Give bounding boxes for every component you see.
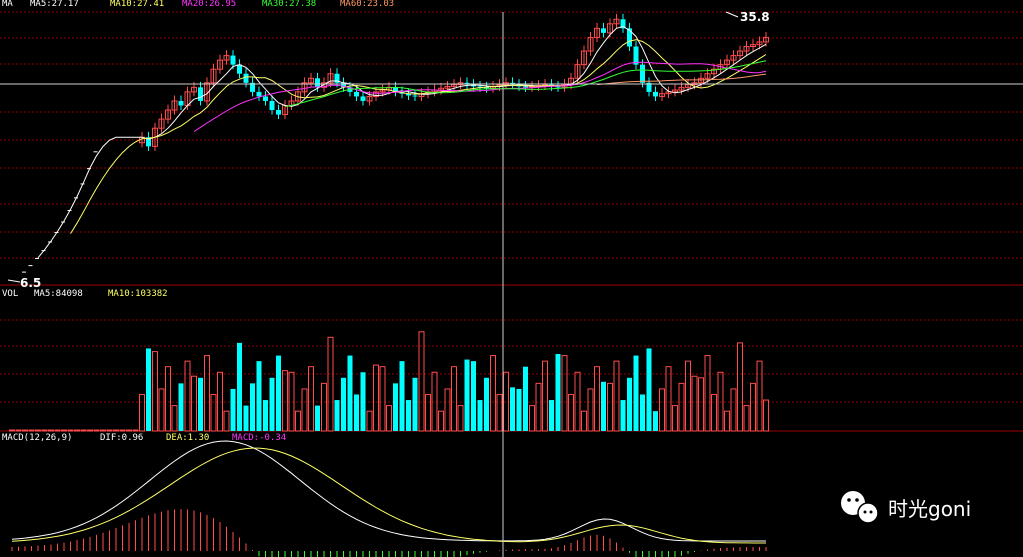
volume-bar-up xyxy=(54,429,61,432)
candle-body-down xyxy=(263,96,268,101)
candle-body-down xyxy=(640,64,645,83)
candle-body-down xyxy=(360,96,366,101)
volume-bar-down xyxy=(243,405,249,431)
watermark-text: 时光goni xyxy=(888,497,971,521)
ma5-label: MA5:27.17 xyxy=(30,0,79,9)
volume-bar-down xyxy=(471,361,476,431)
volume-bar-down xyxy=(315,405,320,431)
candle-body-down xyxy=(256,91,262,97)
volume-bar-up xyxy=(9,429,15,432)
volume-bar-down xyxy=(406,400,411,431)
macd-value-label: MACD:-0.34 xyxy=(232,433,286,443)
volume-bar-down xyxy=(250,383,255,431)
volume-bar-down xyxy=(237,342,242,431)
volume-bar-up xyxy=(80,429,87,432)
volume-bar-down xyxy=(627,377,632,431)
volume-bar-down xyxy=(198,377,203,431)
volume-bar-down xyxy=(412,377,418,431)
volume-bar-down xyxy=(230,388,236,431)
volume-bar-down xyxy=(646,348,652,431)
volume-bar-up xyxy=(100,429,106,432)
volume-bar-down xyxy=(276,355,281,431)
candle-body-down xyxy=(601,28,606,33)
volume-bar-down xyxy=(256,361,262,431)
vol-ma5-label: MA5:84098 xyxy=(34,289,83,299)
volume-bar-down xyxy=(263,400,268,431)
volume-bar-down xyxy=(620,400,626,431)
candle-body-down xyxy=(653,91,658,97)
candle-body-down xyxy=(523,86,528,88)
volume-bar-down xyxy=(178,383,184,431)
volume-bar-down xyxy=(146,348,151,431)
macd-title: MACD(12,26,9) xyxy=(2,433,72,443)
high-annotation: 35.8 xyxy=(740,10,770,24)
volume-bar-down xyxy=(510,387,515,431)
volume-bar-down xyxy=(640,394,645,431)
candle-body-down xyxy=(627,28,632,47)
candle-body-down xyxy=(315,78,320,88)
volume-bar-down xyxy=(477,400,483,431)
volume-bar-down xyxy=(334,400,340,431)
volume-bar-down xyxy=(464,359,470,431)
volume-bar-down xyxy=(347,355,353,431)
vol-ma10-label: MA10:103382 xyxy=(108,289,168,299)
volume-bar-up xyxy=(126,429,132,432)
volume-bar-up xyxy=(15,429,22,432)
candle-body-down xyxy=(269,100,275,111)
volume-bar-down xyxy=(523,366,528,431)
candle-body-down xyxy=(198,87,203,101)
dif-label: DIF:0.96 xyxy=(100,433,143,443)
volume-bar-down xyxy=(354,394,359,431)
volume-bar-down xyxy=(601,381,606,431)
volume-bar-down xyxy=(360,372,366,431)
volume-bar-down xyxy=(555,353,561,431)
candle-body-down xyxy=(237,64,242,74)
volume-bar-up xyxy=(22,429,28,432)
volume-bar-down xyxy=(633,355,639,431)
dea-label: DEA:1.30 xyxy=(166,433,209,443)
volume-bar-down xyxy=(516,388,522,431)
volume-bar-up xyxy=(106,429,113,432)
ma10-label: MA10:27.41 xyxy=(110,0,164,9)
candle-body-down xyxy=(354,91,359,97)
volume-bar-up xyxy=(74,429,80,432)
volume-bar-down xyxy=(549,400,554,431)
candle-body-down xyxy=(276,110,281,115)
volume-bar-up xyxy=(132,429,139,432)
volume-bar-up xyxy=(93,429,100,432)
volume-bar-down xyxy=(341,377,346,431)
volume-bar-down xyxy=(269,377,275,431)
volume-bar-up xyxy=(67,429,74,432)
low-annotation: 6.5 xyxy=(20,276,41,290)
volume-bar-up xyxy=(41,429,48,432)
volume-bar-up xyxy=(61,429,67,432)
volume-bar-up xyxy=(48,429,54,432)
volume-bar-up xyxy=(35,429,41,432)
stock-chart: MA MA5:27.17 MA10:27.41 MA20:26.95 MA30:… xyxy=(0,0,1023,557)
volume-bar-down xyxy=(484,377,489,431)
volume-bar-down xyxy=(653,411,658,431)
volume-bar-down xyxy=(399,361,405,431)
vol-title: VOL xyxy=(2,289,18,299)
volume-bar-up xyxy=(119,429,126,432)
volume-bar-down xyxy=(393,383,398,431)
ma20-label: MA20:26.95 xyxy=(182,0,236,9)
candle-body-down xyxy=(243,73,249,83)
candle-body-down xyxy=(230,55,236,65)
ma30-label: MA30:27.38 xyxy=(262,0,316,9)
candle-body-down xyxy=(412,95,418,97)
ma60-label: MA60:23.03 xyxy=(340,0,394,9)
candle-body-down xyxy=(178,100,184,106)
volume-bar-up xyxy=(28,429,35,432)
volume-bar-up xyxy=(87,429,93,432)
ma-title: MA xyxy=(2,0,13,9)
volume-bar-up xyxy=(113,429,119,432)
